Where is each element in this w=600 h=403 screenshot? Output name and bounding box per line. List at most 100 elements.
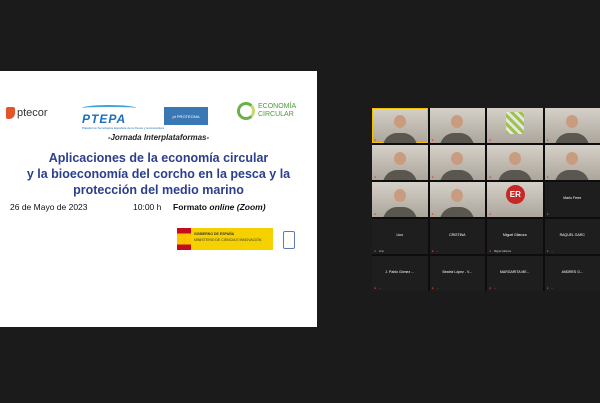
participant-video-tile[interactable]: ●... [429, 182, 485, 217]
participant-display-name: Lino [396, 233, 404, 237]
participant-tag: ... [494, 139, 497, 142]
event-time: 10:00 h [133, 202, 162, 212]
event-format: Formato online (Zoom) [173, 202, 266, 212]
protecma-logo-text: pt PROTECMA [172, 113, 200, 119]
participant-video-tile[interactable]: ER ●... [487, 182, 543, 217]
participant-head [566, 115, 579, 128]
muted-mic-icon: ● [431, 212, 434, 216]
ptepa-wave-icon [82, 105, 136, 111]
circular-ring-icon [237, 102, 255, 120]
muted-mic-icon: ● [489, 212, 492, 216]
economia-circular-text: ECONOMÍA CIRCULAR [258, 103, 296, 119]
economia-circular-line2: CIRCULAR [258, 111, 294, 118]
participant-video-tile[interactable]: ●... [429, 145, 485, 180]
muted-mic-icon: ● [546, 249, 549, 253]
participant-torso [440, 207, 475, 217]
participant-tag: ... [379, 213, 382, 216]
participant-head [566, 152, 579, 165]
participant-display-name: Beatriz López - V... [442, 270, 472, 274]
participant-display-name: RAQUEL GARC [559, 233, 585, 237]
participant-video-tile[interactable]: ●... [372, 182, 428, 217]
participant-torso [382, 170, 417, 180]
muted-mic-icon: ● [546, 138, 549, 142]
participant-video-tile[interactable]: ● [372, 108, 428, 143]
participant-torso [382, 133, 417, 143]
participant-tag: Lino [379, 250, 384, 253]
participant-display-name: MARGARITA ME... [500, 270, 530, 274]
participant-tag: ... [436, 250, 439, 253]
participant-video-tile[interactable]: ●... [487, 108, 543, 143]
ptepa-logo: PTEPA Plataforma Tecnológica Española de… [82, 105, 164, 130]
participant-tag: ... [551, 139, 554, 142]
participant-tag: ... [494, 287, 497, 290]
participant-name-tile[interactable]: Miguel Gilarora ● Miguel Gilarora [487, 219, 543, 254]
participant-video-tile[interactable]: ●... [429, 108, 485, 143]
participant-tag: ... [551, 287, 554, 290]
muted-mic-icon: ● [374, 175, 377, 179]
title-line-3: protección del medio marino [73, 183, 244, 197]
participant-head [393, 189, 406, 202]
participant-tag: ... [436, 139, 439, 142]
presentation-slide: ptecor PTEPA Plataforma Tecnológica Espa… [0, 71, 317, 327]
participant-display-name: J. Pablo Gómez ... [385, 270, 415, 274]
economia-circular-logo: ECONOMÍA CIRCULAR [237, 102, 296, 120]
participant-name-tile[interactable]: CRISTINA ●... [429, 219, 485, 254]
participant-name-tile[interactable]: ANDRES G... ●... [544, 256, 600, 291]
participant-video-tile[interactable]: ●... [487, 145, 543, 180]
participant-name-tile[interactable]: Beatriz López - V... ●... [429, 256, 485, 291]
participant-torso [440, 133, 475, 143]
ptecor-logo: ptecor [6, 107, 48, 119]
participant-tag: ... [379, 287, 382, 290]
muted-mic-icon: ● [546, 286, 549, 290]
participant-tag: ... [551, 176, 554, 179]
zoom-gallery-panel: ● ●... ●... ●... ●... ●... ●... ●... ●... ●... ER ●… [372, 108, 600, 291]
profile-pattern-image [505, 112, 524, 134]
gobierno-espana-logo: GOBIERNO DE ESPAÑA MINISTERIO DE CIENCIA… [177, 228, 273, 250]
muted-mic-icon: ● [489, 138, 492, 142]
muted-mic-icon: ● [489, 175, 492, 179]
participant-name-tile[interactable]: MARGARITA ME... ●... [487, 256, 543, 291]
ptecor-logo-text: ptecor [17, 107, 48, 119]
er-profile-logo: ER [505, 185, 525, 204]
gobierno-line2: MINISTERIO DE CIENCIA E INNOVACIÓN [194, 237, 262, 242]
participant-torso [555, 133, 590, 143]
muted-mic-icon: ● [374, 138, 377, 142]
participant-video-tile[interactable]: ●... [372, 145, 428, 180]
ptecor-mark-icon [6, 107, 15, 119]
participant-head [393, 152, 406, 165]
economia-circular-line1: ECONOMÍA [258, 103, 297, 110]
muted-mic-icon: ● [374, 249, 377, 253]
muted-mic-icon: ● [489, 286, 492, 290]
slide-title: Aplicaciones de la economía circular y l… [6, 150, 311, 198]
institution-seal-icon [283, 231, 295, 249]
event-date: 26 de Mayo de 2023 [10, 202, 88, 212]
participant-video-tile[interactable]: ●... [544, 145, 600, 180]
participant-name-tile[interactable]: J. Pablo Gómez ... ●... [372, 256, 428, 291]
participant-gallery: ● ●... ●... ●... ●... ●... ●... ●... ●... ●... ER ●… [372, 108, 600, 291]
participant-head [451, 115, 464, 128]
participant-tag: ... [436, 176, 439, 179]
participant-tag: Miguel Gilarora [494, 250, 511, 253]
participant-name-tile[interactable]: RAQUEL GARC ●... [544, 219, 600, 254]
muted-mic-icon: ● [431, 286, 434, 290]
participant-display-name: CRISTINA [449, 233, 466, 237]
cork-stoppers-illustration [6, 326, 66, 327]
muted-mic-icon: ● [546, 212, 549, 216]
participant-torso [555, 170, 590, 180]
muted-mic-icon: ● [431, 249, 434, 253]
participant-tag: ... [436, 287, 439, 290]
title-line-1: Aplicaciones de la economía circular [48, 151, 269, 165]
participant-tag: ... [551, 250, 554, 253]
participant-name-tile[interactable]: Lino ● Lino [372, 219, 428, 254]
participant-display-name: Mario Ferre [563, 196, 582, 200]
event-label: -Jornada Interplataformas- [107, 133, 210, 142]
participant-name-tile[interactable]: Mario Ferre ● [544, 182, 600, 217]
participant-tag: ... [436, 213, 439, 216]
muted-mic-icon: ● [431, 138, 434, 142]
protecma-logo: pt PROTECMA [164, 107, 208, 125]
ptepa-logo-subtitle: Plataforma Tecnológica Española de la Pe… [82, 126, 164, 130]
spain-flag-icon [177, 228, 191, 250]
participant-video-tile[interactable]: ●... [544, 108, 600, 143]
participant-torso [382, 207, 417, 217]
participant-head [451, 189, 464, 202]
